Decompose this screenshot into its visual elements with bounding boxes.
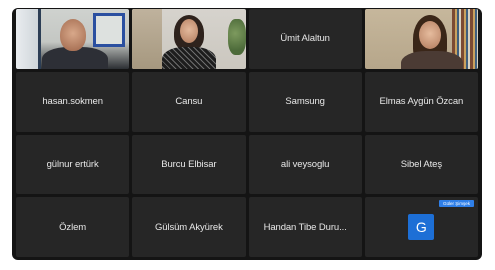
participant-name: hasan.sokmen (42, 96, 103, 108)
participant-tile-16[interactable]: Güler Şimşek G (364, 197, 478, 257)
participant-name: Cansu (175, 96, 203, 108)
avatar: G (408, 214, 435, 241)
participant-name: Sibel Ateş (400, 158, 442, 170)
participant-tile-6[interactable]: Cansu (132, 71, 246, 132)
participant-tile-14[interactable]: Gülsüm Akyürek (132, 197, 246, 257)
participant-tile-15[interactable]: Handan Tibe Duru... (248, 197, 362, 257)
participant-tile-5[interactable]: hasan.sokmen (16, 71, 130, 132)
participant-name: Ümit Alaltun (280, 33, 330, 45)
participant-name: Samsung (285, 96, 325, 108)
participant-tile-10[interactable]: Burcu Elbisar (132, 134, 246, 195)
background-shelf (132, 9, 163, 69)
participant-tile-11[interactable]: ali veysoglu (248, 134, 362, 195)
participant-head (418, 21, 441, 49)
participant-grid: Ümit Alaltun hasan.sokmen Cansu Samsung … (16, 9, 478, 257)
participant-tile-12[interactable]: Sibel Ateş (364, 134, 478, 195)
participant-tile-13[interactable]: Özlem (16, 197, 130, 257)
participant-name: Handan Tibe Duru... (263, 221, 347, 233)
participant-name: Özlem (59, 221, 87, 233)
participant-tile-7[interactable]: Samsung (248, 71, 362, 132)
participant-name: gülnur ertürk (46, 158, 99, 170)
participant-body (400, 51, 463, 69)
participant-body (162, 47, 217, 69)
participant-video-man (16, 9, 130, 69)
participant-head (60, 19, 86, 51)
participant-name: ali veysoglu (280, 158, 330, 170)
gallery-view: Ümit Alaltun hasan.sokmen Cansu Samsung … (12, 8, 482, 260)
background-window (16, 9, 41, 69)
participant-tile-3[interactable]: Ümit Alaltun (248, 9, 362, 69)
participant-tile-8[interactable]: Elmas Aygün Özcan (364, 71, 478, 132)
participant-name-badge: Güler Şimşek (438, 200, 474, 208)
background-picture-frame (93, 13, 126, 47)
participant-video-woman-bookshelf (364, 9, 478, 69)
participant-video-tile-1[interactable] (16, 9, 130, 69)
participant-tile-9[interactable]: gülnur ertürk (16, 134, 130, 195)
participant-name: Burcu Elbisar (161, 158, 217, 170)
participant-name: Gülsüm Akyürek (154, 221, 223, 233)
participant-video-tile-4[interactable] (364, 9, 478, 69)
participant-video-tile-2[interactable] (132, 9, 246, 69)
participant-video-woman (132, 9, 246, 69)
background-plant (227, 19, 246, 55)
participant-name: Elmas Aygün Özcan (379, 96, 464, 108)
